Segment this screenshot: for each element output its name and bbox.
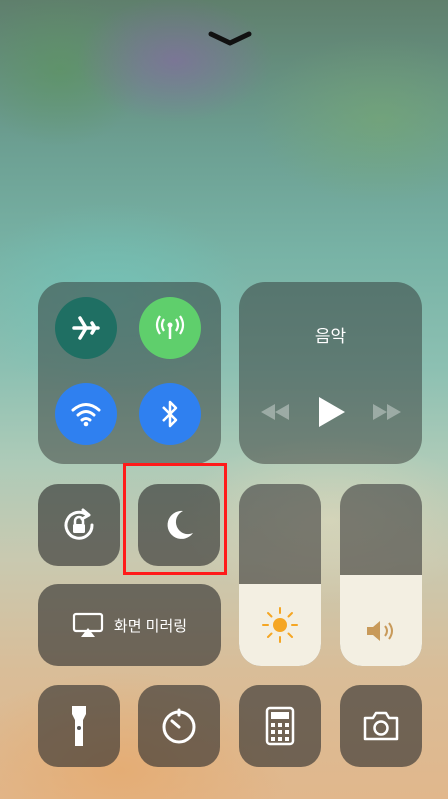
rotation-lock-icon [64, 508, 94, 540]
rewind-icon[interactable] [259, 403, 291, 421]
camera-button[interactable] [340, 685, 422, 767]
play-icon[interactable] [317, 395, 347, 429]
timer-icon [162, 708, 196, 744]
airplay-icon [72, 612, 104, 637]
speaker-icon [367, 621, 393, 641]
brightness-slider[interactable] [239, 484, 321, 666]
bluetooth-icon [162, 400, 178, 428]
airplane-icon [72, 316, 100, 340]
chevron-down-icon[interactable] [207, 30, 253, 48]
bluetooth-button[interactable] [139, 383, 201, 445]
cellular-data-button[interactable] [139, 297, 201, 359]
screen-mirroring-label: 화면 미러링 [113, 617, 188, 635]
cellular-antenna-icon [155, 315, 185, 339]
rotation-lock-button[interactable] [38, 484, 120, 566]
wifi-icon [71, 403, 101, 427]
calculator-icon [265, 706, 295, 746]
highlight-box [123, 463, 227, 575]
media-title: 음악 [314, 327, 347, 346]
sun-icon [262, 607, 298, 643]
timer-button[interactable] [138, 685, 220, 767]
calculator-button[interactable] [239, 685, 321, 767]
screen-mirroring-button[interactable]: 화면 미러링 [38, 584, 221, 666]
flashlight-button[interactable] [38, 685, 120, 767]
flashlight-icon [72, 706, 86, 746]
fast-forward-icon[interactable] [371, 403, 403, 421]
camera-icon [363, 711, 399, 741]
wifi-button[interactable] [55, 383, 117, 445]
connectivity-panel [38, 282, 221, 464]
music-panel[interactable]: 음악 [239, 282, 422, 464]
volume-slider[interactable] [340, 484, 422, 666]
airplane-mode-button[interactable] [55, 297, 117, 359]
